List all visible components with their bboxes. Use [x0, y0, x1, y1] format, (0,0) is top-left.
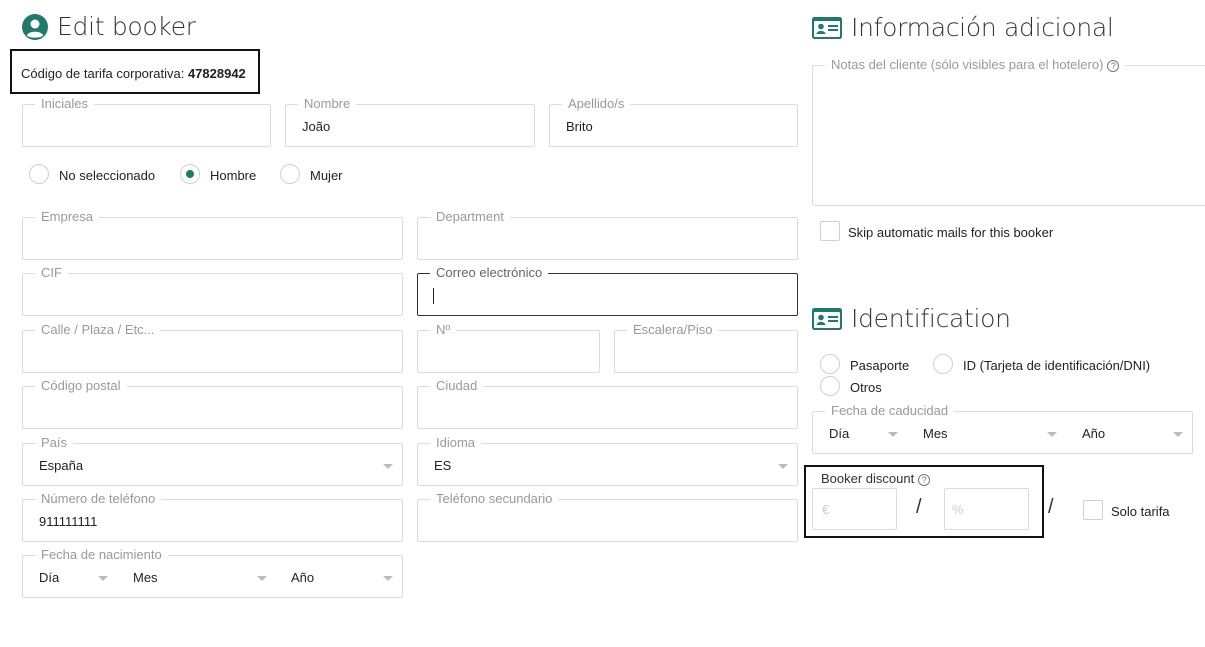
- id-card-icon: [812, 16, 842, 39]
- telefono-secundario-field[interactable]: Teléfono secundario: [417, 490, 798, 542]
- edit-booker-title: Edit booker: [22, 12, 196, 41]
- gender-label-hombre: Hombre: [210, 168, 257, 183]
- telefono-field[interactable]: Número de teléfono 911111111: [22, 490, 403, 542]
- chevron-down-icon[interactable]: [257, 576, 267, 581]
- booker-discount-label: Booker discount?: [821, 471, 931, 486]
- skip-mails-checkbox[interactable]: [820, 221, 840, 241]
- chevron-down-icon[interactable]: [888, 432, 898, 437]
- gender-radio-hombre[interactable]: [180, 164, 200, 184]
- apellido-field[interactable]: Apellido/s Brito: [549, 95, 798, 147]
- ciudad-field[interactable]: Ciudad: [417, 377, 798, 429]
- skip-mails-label: Skip automatic mails for this booker: [848, 225, 1054, 240]
- chevron-down-icon[interactable]: [383, 576, 393, 581]
- birth-year-select[interactable]: Año: [291, 570, 314, 585]
- solo-tarifa-label: Solo tarifa: [1111, 504, 1170, 519]
- id-label-pasaporte: Pasaporte: [850, 358, 910, 373]
- pais-select[interactable]: País España: [22, 434, 403, 486]
- corporate-rate: Código de tarifa corporativa: 47828942: [21, 66, 246, 81]
- birth-month-select[interactable]: Mes: [133, 570, 158, 585]
- user-circle-icon: [22, 13, 48, 40]
- id-radio-dni[interactable]: [933, 354, 953, 374]
- nombre-field[interactable]: Nombre João: [285, 95, 535, 147]
- idioma-select[interactable]: Idioma ES: [417, 434, 798, 486]
- codigo-postal-field[interactable]: Código postal: [22, 377, 403, 429]
- discount-separator: /: [1048, 496, 1054, 518]
- help-icon[interactable]: ?: [918, 474, 931, 486]
- expiry-day-select[interactable]: Día: [829, 426, 849, 441]
- discount-euro-input[interactable]: €: [812, 488, 897, 530]
- text-caret: [433, 288, 434, 304]
- solo-tarifa-checkbox[interactable]: [1083, 500, 1103, 520]
- notas-cliente-textarea[interactable]: Notas del cliente (sólo visibles para el…: [812, 56, 1205, 206]
- chevron-down-icon: [383, 464, 393, 469]
- gender-label-mujer: Mujer: [310, 168, 343, 183]
- fecha-caducidad-group: Fecha de caducidad Día Mes Año: [812, 402, 1193, 454]
- corporate-rate-value: 47828942: [187, 66, 246, 81]
- id-label-dni: ID (Tarjeta de identificación/DNI): [963, 358, 1151, 373]
- gender-radio-mujer[interactable]: [280, 164, 300, 184]
- notas-label: Notas del cliente (sólo visibles para el…: [825, 56, 1126, 74]
- gender-radio-no-seleccionado[interactable]: [29, 164, 49, 184]
- discount-percent-input[interactable]: %: [944, 488, 1029, 530]
- gender-label-no-seleccionado: No seleccionado: [59, 168, 156, 183]
- help-icon[interactable]: ?: [1107, 60, 1120, 72]
- discount-separator: /: [916, 496, 922, 518]
- chevron-down-icon: [778, 464, 788, 469]
- chevron-down-icon[interactable]: [1047, 432, 1057, 437]
- calle-field[interactable]: Calle / Plaza / Etc...: [22, 321, 403, 373]
- identification-title: Identification: [812, 304, 1011, 333]
- info-adicional-title: Información adicional: [812, 13, 1114, 42]
- id-card-icon: [812, 307, 842, 330]
- expiry-month-select[interactable]: Mes: [923, 426, 948, 441]
- id-radio-otros[interactable]: [820, 376, 840, 396]
- department-field[interactable]: Department: [417, 208, 798, 260]
- id-radio-pasaporte[interactable]: [820, 354, 840, 374]
- birth-day-select[interactable]: Día: [39, 570, 59, 585]
- chevron-down-icon[interactable]: [1173, 432, 1183, 437]
- numero-field[interactable]: Nº: [417, 321, 600, 373]
- iniciales-field[interactable]: Iniciales: [22, 95, 271, 147]
- fecha-nacimiento-group: Fecha de nacimiento Día Mes Año: [22, 546, 403, 598]
- expiry-year-select[interactable]: Año: [1082, 426, 1105, 441]
- chevron-down-icon[interactable]: [98, 576, 108, 581]
- email-field[interactable]: Correo electrónico: [417, 264, 798, 316]
- empresa-field[interactable]: Empresa: [22, 208, 403, 260]
- escalera-field[interactable]: Escalera/Piso: [614, 321, 798, 373]
- id-label-otros: Otros: [850, 380, 882, 395]
- cif-field[interactable]: CIF: [22, 264, 403, 316]
